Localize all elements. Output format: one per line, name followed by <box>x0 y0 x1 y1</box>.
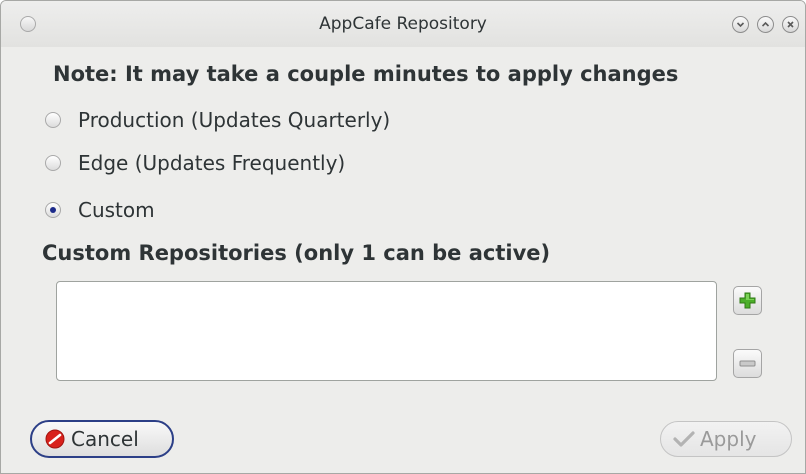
plus-icon <box>739 292 756 309</box>
radio-custom-indicator[interactable] <box>45 202 61 218</box>
maximize-icon <box>761 21 770 27</box>
titlebar: AppCafe Repository <box>1 1 805 47</box>
close-button[interactable] <box>782 16 799 33</box>
minimize-button[interactable] <box>732 16 749 33</box>
apply-button[interactable]: Apply <box>660 421 792 457</box>
custom-repositories-heading: Custom Repositories (only 1 can be activ… <box>42 241 551 265</box>
check-icon <box>673 431 695 447</box>
radio-edge[interactable]: Edge (Updates Frequently) <box>45 148 345 178</box>
apply-button-label: Apply <box>700 427 757 451</box>
radio-custom-label: Custom <box>78 198 155 222</box>
close-icon <box>787 21 794 28</box>
radio-production-indicator[interactable] <box>45 112 61 128</box>
cancel-button[interactable]: Cancel <box>30 420 174 458</box>
window-title: AppCafe Repository <box>319 14 487 34</box>
radio-production-label: Production (Updates Quarterly) <box>78 108 391 132</box>
radio-custom[interactable]: Custom <box>45 195 155 225</box>
custom-repositories-list[interactable] <box>56 281 717 381</box>
cancel-icon <box>45 429 65 449</box>
radio-edge-indicator[interactable] <box>45 155 61 171</box>
radio-edge-label: Edge (Updates Frequently) <box>78 151 346 175</box>
cancel-button-label: Cancel <box>71 427 139 451</box>
remove-repository-button[interactable] <box>733 349 762 378</box>
minus-icon <box>739 360 756 367</box>
maximize-button[interactable] <box>757 16 774 33</box>
radio-production[interactable]: Production (Updates Quarterly) <box>45 105 390 135</box>
minimize-icon <box>736 22 745 28</box>
note-text: Note: It may take a couple minutes to ap… <box>53 62 679 86</box>
add-repository-button[interactable] <box>733 286 762 315</box>
appcafe-repository-window: AppCafe Repository Note: It may take a c… <box>0 0 806 474</box>
